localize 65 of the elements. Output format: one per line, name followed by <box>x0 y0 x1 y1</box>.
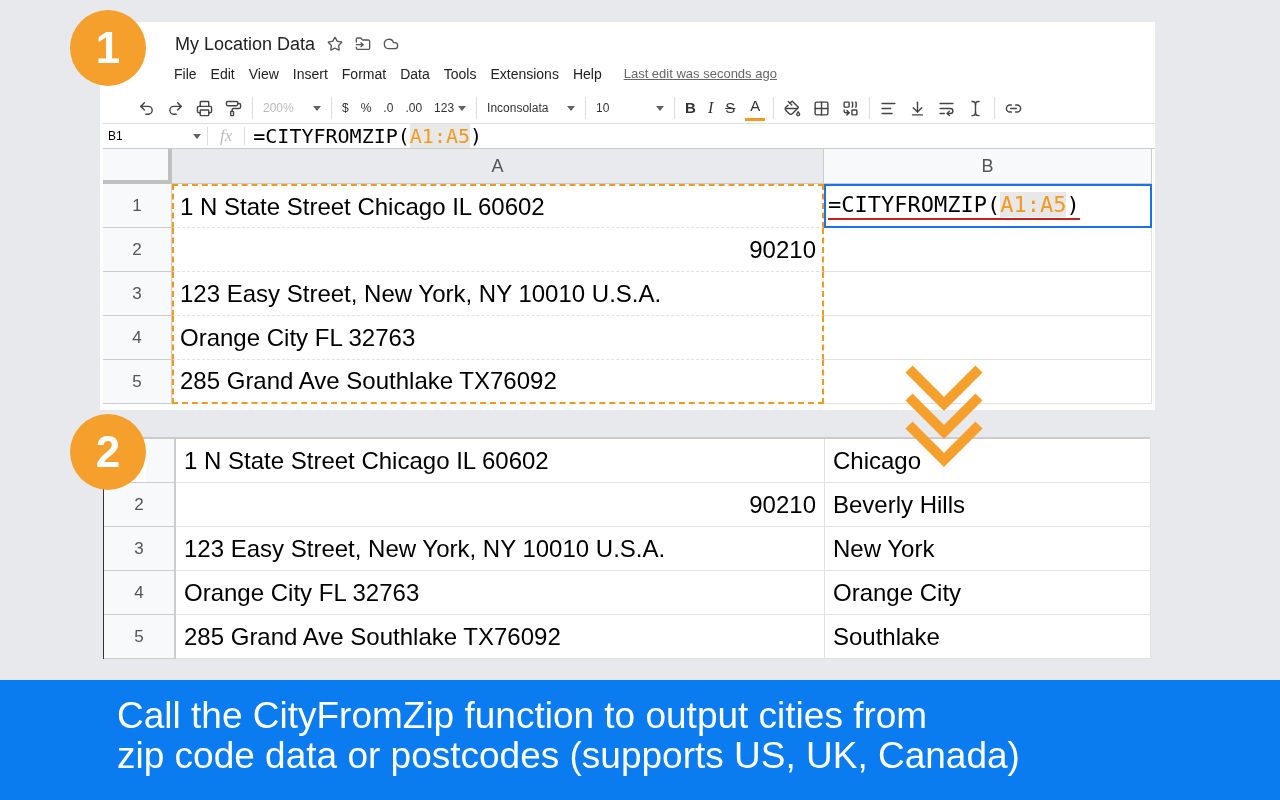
column-header[interactable]: B <box>824 149 1152 184</box>
row-header[interactable]: 1 <box>103 184 172 228</box>
toolbar-button[interactable]: S <box>719 96 742 120</box>
folder-icon[interactable] <box>355 36 372 52</box>
table-cell: 285 Grand Ave Southlake TX76092 <box>172 360 824 404</box>
toolbar-button[interactable]: .00 <box>399 99 429 117</box>
table-cell: Orange City FL 32763 <box>172 316 824 360</box>
step-badge: 2 <box>70 414 146 490</box>
toolbar-button[interactable]: Inconsolata <box>481 99 582 117</box>
table-cell: 90210 <box>176 483 825 527</box>
formula-field: =CITYFROMZIP(A1:A5) <box>253 124 483 148</box>
row-header[interactable]: 2 <box>103 228 172 272</box>
table-cell: 1 N State Street Chicago IL 60602 <box>172 184 824 228</box>
table-cell: 285 Grand Ave Southlake TX76092 <box>176 615 825 659</box>
active-cell[interactable]: =CITYFROMZIP(A1:A5) <box>824 184 1152 228</box>
menu-item[interactable]: File <box>174 63 197 85</box>
row-header[interactable]: 4 <box>104 571 176 615</box>
cell-formula: =CITYFROMZIP(A1:A5) <box>828 192 1080 217</box>
row-header[interactable]: 5 <box>103 360 172 404</box>
caret-icon <box>567 105 576 111</box>
table-cell: Orange City FL 32763 <box>176 571 825 615</box>
table-cell: 123 Easy Street, New York, NY 10010 U.S.A. <box>172 272 824 316</box>
menu-item[interactable]: Edit <box>210 63 235 85</box>
table-cell: 90210 <box>172 228 824 272</box>
menu-item[interactable]: Tools <box>443 63 477 85</box>
table-cell: 123 Easy Street, New York, NY 10010 U.S.A. <box>176 527 825 571</box>
row-header[interactable]: 5 <box>104 615 176 659</box>
table-cell: 1 N State Street Chicago IL 60602 <box>176 439 825 483</box>
name-box[interactable]: B1 <box>108 127 123 145</box>
toolbar-button[interactable]: 10 <box>590 99 671 117</box>
menu-item[interactable]: Data <box>400 63 430 85</box>
table-cell: New York <box>825 527 1151 571</box>
table-cell: Southlake <box>825 615 1151 659</box>
toolbar-button[interactable]: B <box>679 96 702 120</box>
cloud-icon[interactable] <box>383 36 400 52</box>
row-header[interactable]: 4 <box>103 316 172 360</box>
toolbar-button[interactable]: 123 <box>428 99 473 117</box>
caret-icon <box>193 133 201 139</box>
menu-item[interactable]: Help <box>572 63 602 85</box>
fx-label: fx <box>219 125 234 148</box>
document-title: My Location Data <box>175 32 316 56</box>
caret-icon <box>313 105 321 111</box>
table-cell: Orange City <box>825 571 1151 615</box>
menu-item[interactable]: View <box>248 63 279 85</box>
last-edit-link[interactable]: Last edit was seconds ago <box>623 64 777 84</box>
table-cell: Beverly Hills <box>825 483 1151 527</box>
caption-line: zip code data or postcodes (supports US, UK, Canada) <box>117 736 1020 776</box>
row-header[interactable]: 2 <box>104 483 176 527</box>
table-cell: Chicago <box>825 439 1151 483</box>
toolbar-button[interactable]: % <box>354 99 378 117</box>
step-badge: 1 <box>70 10 146 86</box>
menu-item[interactable]: Extensions <box>490 63 559 85</box>
toolbar-button[interactable]: I <box>701 96 720 120</box>
caption-line: Call the CityFromZip function to output cities from <box>117 696 928 736</box>
menu-item[interactable]: Format <box>341 63 387 85</box>
caret-icon <box>656 105 665 111</box>
menu-item[interactable]: Insert <box>292 63 328 85</box>
row-header[interactable]: 3 <box>104 527 176 571</box>
text-color-button[interactable]: A <box>741 95 770 121</box>
star-icon[interactable] <box>327 36 344 52</box>
toolbar-button[interactable]: $ <box>336 99 355 117</box>
row-header[interactable]: 3 <box>103 272 172 316</box>
column-header[interactable]: A <box>172 149 824 184</box>
caret-icon <box>458 105 467 111</box>
toolbar-button[interactable]: .0 <box>377 99 400 117</box>
